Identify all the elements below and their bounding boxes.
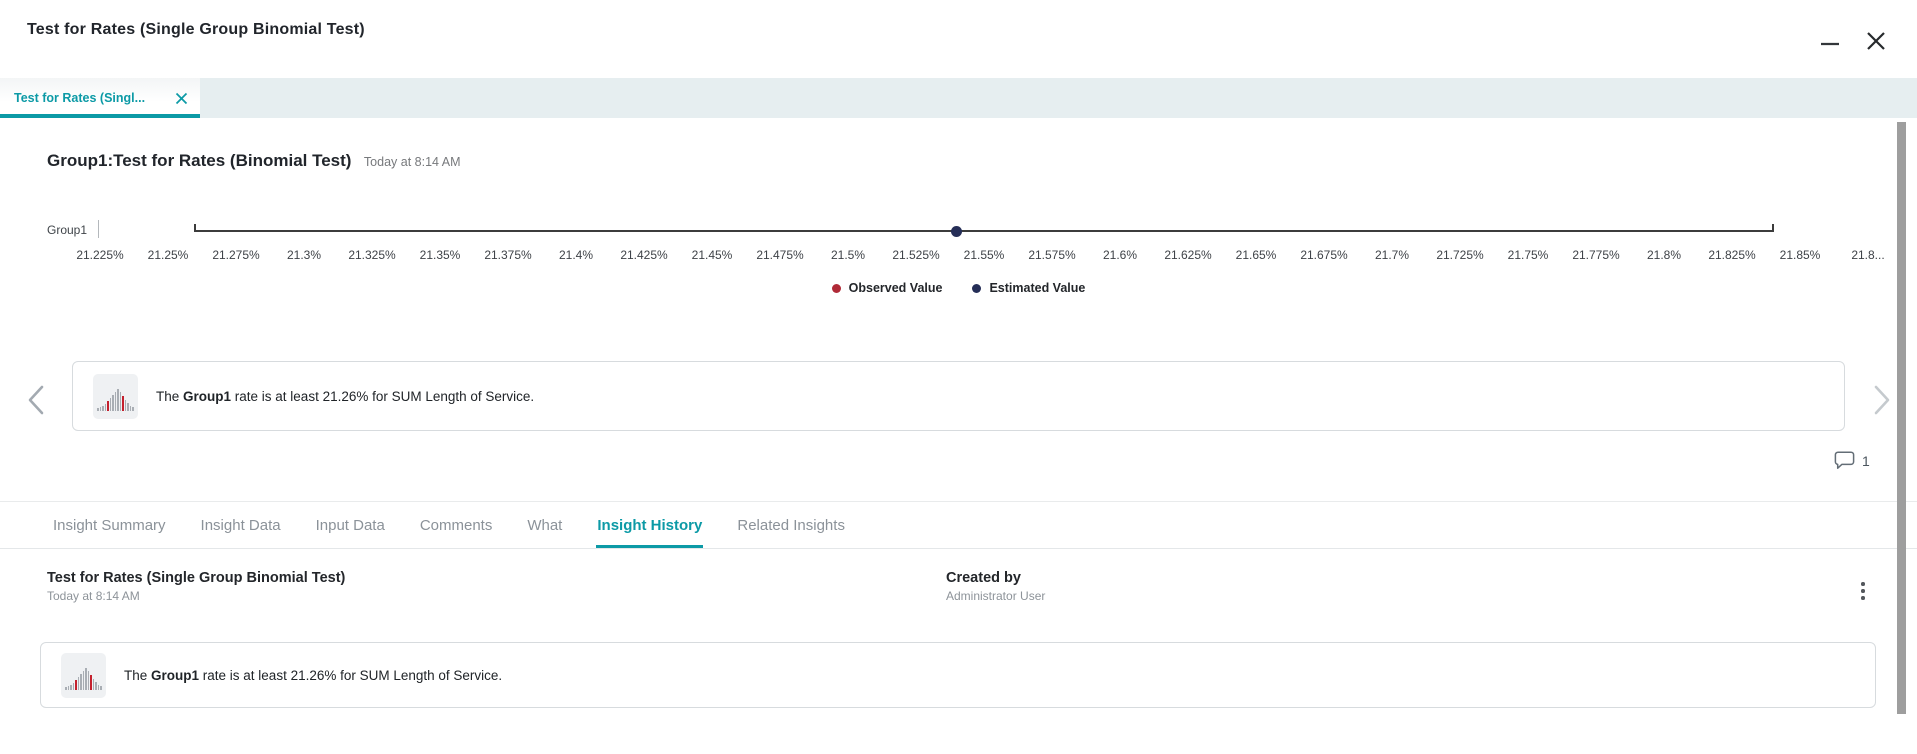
history-entry-timestamp: Today at 8:14 AM <box>47 589 345 603</box>
history-entry-title: Test for Rates (Single Group Binomial Te… <box>47 570 345 586</box>
rate-chart: Group1 21.225% 21.25% 21.275% 21.3% 21.325% 2… <box>0 218 1917 284</box>
window-controls <box>1817 28 1889 54</box>
histogram-insight-icon <box>61 653 106 698</box>
legend-item-observed[interactable]: Observed Value <box>832 281 943 295</box>
category-axis-tick <box>98 220 99 238</box>
axis-tick-label: 21.825% <box>1708 248 1755 262</box>
chevron-left-icon <box>27 385 45 415</box>
axis-tick-label: 21.725% <box>1436 248 1483 262</box>
axis-tick-label: 21.775% <box>1572 248 1619 262</box>
insight-text-prefix: The <box>156 389 183 404</box>
history-insight-card[interactable]: The Group1 rate is at least 21.26% for S… <box>40 642 1876 708</box>
window-title: Test for Rates (Single Group Binomial Te… <box>27 21 365 39</box>
insight-timestamp: Today at 8:14 AM <box>364 155 461 169</box>
comment-icon <box>1834 451 1855 470</box>
axis-tick-label: 21.425% <box>620 248 667 262</box>
tab-insight-history[interactable]: Insight History <box>596 502 703 548</box>
insight-text-suffix: rate is at least 21.26% for SUM Length o… <box>231 389 534 404</box>
axis-tick-label: 21.375% <box>484 248 531 262</box>
axis-tick-label: 21.475% <box>756 248 803 262</box>
interval-end-tick <box>1772 224 1774 232</box>
histogram-insight-icon <box>93 374 138 419</box>
axis-tick-label: 21.25% <box>148 248 189 262</box>
insight-text-group: Group1 <box>151 668 199 683</box>
axis-tick-label: 21.5% <box>831 248 865 262</box>
interval-line <box>195 230 1773 232</box>
insight-text-suffix: rate is at least 21.26% for SUM Length o… <box>199 668 502 683</box>
window-titlebar: Test for Rates (Single Group Binomial Te… <box>0 0 1917 64</box>
axis-tick-label: 21.45% <box>692 248 733 262</box>
content-area: Group1:Test for Rates (Binomial Test) To… <box>0 118 1917 754</box>
interval-end-tick <box>194 224 196 232</box>
document-tab[interactable]: Test for Rates (Singl... <box>0 78 200 118</box>
kebab-menu-icon <box>1861 582 1865 586</box>
insight-card[interactable]: The Group1 rate is at least 21.26% for S… <box>72 361 1845 431</box>
minimize-button[interactable] <box>1817 28 1843 54</box>
axis-tick-label: 21.3% <box>287 248 321 262</box>
close-icon <box>1866 31 1886 51</box>
axis-tick-label: 21.8% <box>1647 248 1681 262</box>
tab-close-icon[interactable] <box>175 92 188 105</box>
document-tab-label: Test for Rates (Singl... <box>14 91 167 105</box>
observed-value-dot <box>832 284 841 293</box>
axis-tick-label: 21.525% <box>892 248 939 262</box>
tab-insight-summary[interactable]: Insight Summary <box>52 502 167 548</box>
chart-legend: Observed Value Estimated Value <box>0 281 1917 295</box>
legend-label-estimated: Estimated Value <box>989 281 1085 295</box>
axis-tick-label: 21.7% <box>1375 248 1409 262</box>
insight-card-text: The Group1 rate is at least 21.26% for S… <box>156 389 534 404</box>
axis-tick-label: 21.55% <box>964 248 1005 262</box>
tab-comments[interactable]: Comments <box>419 502 494 548</box>
axis-tick-label: 21.275% <box>212 248 259 262</box>
axis-tick-label: 21.85% <box>1780 248 1821 262</box>
tab-strip: Test for Rates (Singl... <box>0 78 1917 118</box>
vertical-scrollbar[interactable] <box>1897 122 1906 714</box>
insight-title: Group1:Test for Rates (Binomial Test) <box>47 151 351 170</box>
created-by-block: Created by Administrator User <box>946 570 1045 603</box>
axis-tick-label: 21.625% <box>1164 248 1211 262</box>
legend-item-estimated[interactable]: Estimated Value <box>972 281 1085 295</box>
axis-tick-label: 21.65% <box>1236 248 1277 262</box>
axis-tick-label: 21.8... <box>1851 248 1884 262</box>
comment-indicator[interactable]: 1 <box>1834 451 1870 470</box>
chart-group-label: Group1 <box>47 223 87 237</box>
carousel-prev-button[interactable] <box>18 380 54 420</box>
estimated-value-point[interactable] <box>951 226 962 237</box>
comment-count: 1 <box>1862 453 1870 469</box>
created-by-value: Administrator User <box>946 589 1045 603</box>
minimize-icon <box>1820 31 1840 51</box>
axis-tick-label: 21.75% <box>1508 248 1549 262</box>
insight-header: Group1:Test for Rates (Binomial Test) To… <box>47 151 461 171</box>
created-by-label: Created by <box>946 570 1045 586</box>
axis-tick-label: 21.325% <box>348 248 395 262</box>
tab-insight-data[interactable]: Insight Data <box>200 502 282 548</box>
axis-tick-label: 21.675% <box>1300 248 1347 262</box>
axis-tick-label: 21.575% <box>1028 248 1075 262</box>
history-card-text: The Group1 rate is at least 21.26% for S… <box>124 668 502 683</box>
tabs-divider <box>0 548 1917 549</box>
history-entry-info: Test for Rates (Single Group Binomial Te… <box>47 570 345 603</box>
tab-input-data[interactable]: Input Data <box>315 502 386 548</box>
entry-menu-button[interactable] <box>1852 577 1874 605</box>
axis-tick-label: 21.35% <box>420 248 461 262</box>
detail-tabs: Insight Summary Insight Data Input Data Com… <box>52 502 846 548</box>
legend-label-observed: Observed Value <box>849 281 943 295</box>
insight-text-prefix: The <box>124 668 151 683</box>
insight-text-group: Group1 <box>183 389 231 404</box>
tab-what[interactable]: What <box>526 502 563 548</box>
axis-tick-label: 21.6% <box>1103 248 1137 262</box>
carousel-next-button[interactable] <box>1864 380 1900 420</box>
tab-related-insights[interactable]: Related Insights <box>736 502 846 548</box>
axis-tick-label: 21.4% <box>559 248 593 262</box>
axis-tick-label: 21.225% <box>76 248 123 262</box>
estimated-value-dot <box>972 284 981 293</box>
close-button[interactable] <box>1863 28 1889 54</box>
chevron-right-icon <box>1873 385 1891 415</box>
